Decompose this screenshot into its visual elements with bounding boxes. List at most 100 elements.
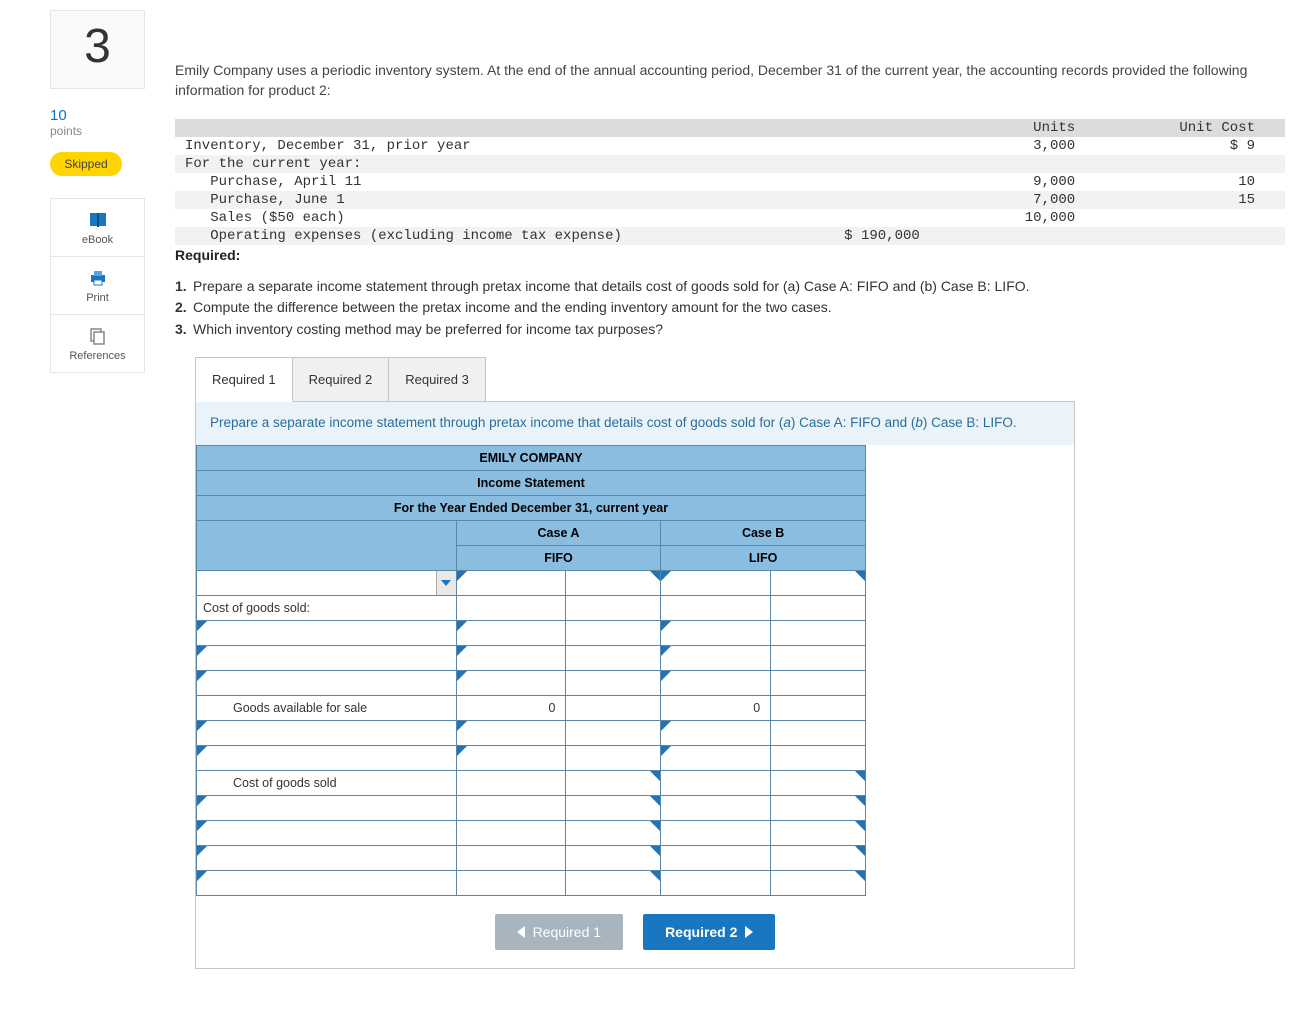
- book-icon: [88, 211, 108, 229]
- amount-input[interactable]: [566, 871, 661, 896]
- amount-input[interactable]: [661, 571, 771, 596]
- table-header-row: Units Unit Cost: [175, 119, 1285, 137]
- amount-input[interactable]: [566, 571, 661, 596]
- print-label: Print: [86, 292, 109, 304]
- points-value: 10: [50, 107, 145, 124]
- ws-period: For the Year Ended December 31, current …: [197, 496, 866, 521]
- cogs-total-label: Cost of goods sold: [197, 771, 457, 796]
- goods-available-b: 0: [661, 696, 771, 721]
- ws-method-b: LIFO: [661, 546, 866, 571]
- amount-input[interactable]: [566, 821, 661, 846]
- amount-input[interactable]: [566, 846, 661, 871]
- table-row: Inventory, December 31, prior year 3,000…: [175, 137, 1285, 155]
- ws-row: [197, 671, 866, 696]
- copy-icon: [89, 327, 107, 345]
- amount-input[interactable]: [771, 571, 866, 596]
- goods-available-label: Goods available for sale: [197, 696, 457, 721]
- printer-icon: [88, 269, 108, 287]
- amount-input[interactable]: [456, 746, 566, 771]
- tab-required-1[interactable]: Required 1: [195, 357, 293, 402]
- line-item-input[interactable]: [197, 646, 457, 671]
- goods-available-a: 0: [456, 696, 566, 721]
- amount-input[interactable]: [661, 621, 771, 646]
- requirements-list: 1.Prepare a separate income statement th…: [175, 277, 1285, 340]
- requirement-item: 2.Compute the difference between the pre…: [175, 298, 1285, 318]
- line-item-input[interactable]: [197, 796, 457, 821]
- ws-row: Cost of goods sold: [197, 771, 866, 796]
- line-item-input[interactable]: [197, 621, 457, 646]
- income-statement-worksheet: EMILY COMPANY Income Statement For the Y…: [196, 445, 1074, 896]
- inventory-data-table: Units Unit Cost Inventory, December 31, …: [175, 119, 1285, 245]
- requirement-item: 3.Which inventory costing method may be …: [175, 320, 1285, 340]
- requirement-item: 1.Prepare a separate income statement th…: [175, 277, 1285, 297]
- requirement-tabs: Required 1 Required 2 Required 3: [195, 357, 1285, 402]
- chevron-left-icon: [517, 926, 525, 938]
- ws-row: [197, 621, 866, 646]
- ws-row: [197, 646, 866, 671]
- tab-instruction: Prepare a separate income statement thro…: [196, 402, 1074, 445]
- amount-input[interactable]: [456, 571, 566, 596]
- amount-input[interactable]: [456, 621, 566, 646]
- line-item-input[interactable]: [197, 871, 457, 896]
- points-block: 10 points: [50, 107, 145, 138]
- cogs-label: Cost of goods sold:: [197, 596, 457, 621]
- references-button[interactable]: References: [51, 315, 144, 372]
- ebook-button[interactable]: eBook: [51, 199, 144, 257]
- amount-input[interactable]: [771, 796, 866, 821]
- chevron-down-icon: [441, 580, 451, 586]
- amount-input[interactable]: [661, 746, 771, 771]
- points-label: points: [50, 124, 145, 138]
- amount-input[interactable]: [456, 721, 566, 746]
- ebook-label: eBook: [82, 234, 113, 246]
- ws-case-b: Case B: [661, 521, 866, 546]
- line-item-dropdown[interactable]: [197, 571, 457, 596]
- ws-row: [197, 821, 866, 846]
- line-item-input[interactable]: [197, 721, 457, 746]
- question-number: 3: [50, 10, 145, 89]
- skipped-badge: Skipped: [50, 152, 122, 176]
- prev-tab-button[interactable]: Required 1: [495, 914, 624, 950]
- ws-row: [197, 796, 866, 821]
- amount-input[interactable]: [771, 846, 866, 871]
- ws-row: Goods available for sale 0 0: [197, 696, 866, 721]
- line-item-input[interactable]: [197, 671, 457, 696]
- table-row: Purchase, June 1 7,000 15: [175, 191, 1285, 209]
- table-row: Operating expenses (excluding income tax…: [175, 227, 1285, 245]
- tab-required-3[interactable]: Required 3: [388, 357, 486, 402]
- ws-row: [197, 846, 866, 871]
- main-content: Emily Company uses a periodic inventory …: [145, 10, 1285, 969]
- chevron-right-icon: [745, 926, 753, 938]
- tab-content: Prepare a separate income statement thro…: [195, 401, 1075, 969]
- amount-input[interactable]: [661, 671, 771, 696]
- amount-input[interactable]: [661, 721, 771, 746]
- header-unit-cost: Unit Cost: [1085, 119, 1285, 137]
- ws-row: [197, 721, 866, 746]
- side-tools: eBook Print References: [50, 198, 145, 373]
- ws-row: Cost of goods sold:: [197, 596, 866, 621]
- amount-input[interactable]: [566, 796, 661, 821]
- line-item-input[interactable]: [197, 746, 457, 771]
- ws-row: [197, 571, 866, 596]
- references-label: References: [69, 350, 125, 362]
- amount-input[interactable]: [456, 671, 566, 696]
- table-row: For the current year:: [175, 155, 1285, 173]
- amount-input[interactable]: [566, 771, 661, 796]
- question-sidebar: 3 10 points Skipped eBook Print Referenc…: [50, 10, 145, 969]
- ws-case-a: Case A: [456, 521, 661, 546]
- ws-title: Income Statement: [197, 471, 866, 496]
- table-row: Sales ($50 each) 10,000: [175, 209, 1285, 227]
- answer-area: Required 1 Required 2 Required 3 Prepare…: [195, 357, 1285, 969]
- amount-input[interactable]: [661, 646, 771, 671]
- amount-input[interactable]: [771, 771, 866, 796]
- amount-input[interactable]: [771, 871, 866, 896]
- header-units: Units: [930, 119, 1085, 137]
- next-tab-button[interactable]: Required 2: [643, 914, 775, 950]
- tab-nav-buttons: Required 1 Required 2: [196, 896, 1074, 968]
- problem-intro: Emily Company uses a periodic inventory …: [175, 60, 1285, 101]
- tab-required-2[interactable]: Required 2: [292, 357, 390, 402]
- line-item-input[interactable]: [197, 846, 457, 871]
- amount-input[interactable]: [771, 821, 866, 846]
- print-button[interactable]: Print: [51, 257, 144, 315]
- amount-input[interactable]: [456, 646, 566, 671]
- line-item-input[interactable]: [197, 821, 457, 846]
